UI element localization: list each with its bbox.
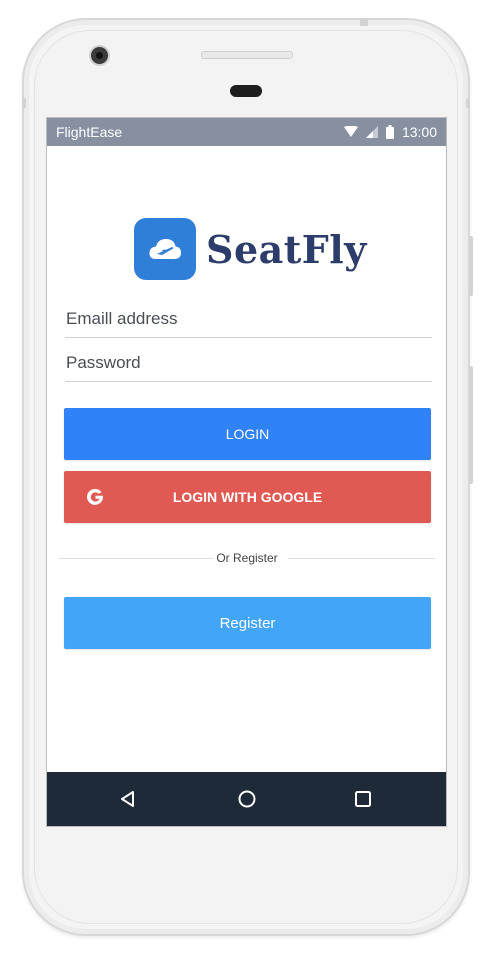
cloud-airplane-icon (134, 218, 196, 280)
logo-text: SeatFly (206, 226, 367, 272)
google-button-label: LOGIN WITH GOOGLE (172, 489, 323, 505)
status-time: 13:00 (401, 124, 437, 140)
phone-left-edge-marker (22, 98, 26, 108)
status-bar: FlightEase 13:00 (47, 118, 446, 146)
phone-power-button (469, 366, 473, 484)
recents-square-icon[interactable] (351, 787, 375, 811)
phone-screen: FlightEase 13:00 SeatFly Emaill address … (46, 117, 447, 827)
front-camera (91, 47, 108, 64)
status-app-name: FlightEase (56, 124, 123, 140)
login-with-google-button[interactable]: LOGIN WITH GOOGLE (64, 471, 431, 523)
email-field[interactable]: Emaill address (65, 301, 432, 338)
navigation-bar (47, 772, 446, 826)
battery-icon (385, 125, 394, 139)
register-button-label: Register (219, 614, 276, 632)
phone-volume-button (469, 236, 473, 296)
or-register-divider: Or Register (59, 551, 435, 565)
phone-top-button (360, 18, 368, 26)
status-icons: 13:00 (343, 118, 437, 146)
back-triangle-icon[interactable] (116, 787, 140, 811)
home-circle-icon[interactable] (235, 787, 259, 811)
earpiece-speaker (201, 51, 293, 59)
divider-label: Or Register (214, 551, 280, 565)
signal-icon (365, 126, 378, 138)
proximity-sensor (230, 85, 262, 97)
app-logo: SeatFly (134, 218, 367, 280)
password-field[interactable]: Password (65, 345, 432, 382)
phone-right-edge-marker (466, 98, 470, 108)
wifi-icon (343, 126, 358, 138)
login-button-label: LOGIN (225, 426, 270, 442)
login-button[interactable]: LOGIN (64, 408, 431, 460)
register-button[interactable]: Register (64, 597, 431, 649)
google-g-icon (83, 485, 107, 509)
